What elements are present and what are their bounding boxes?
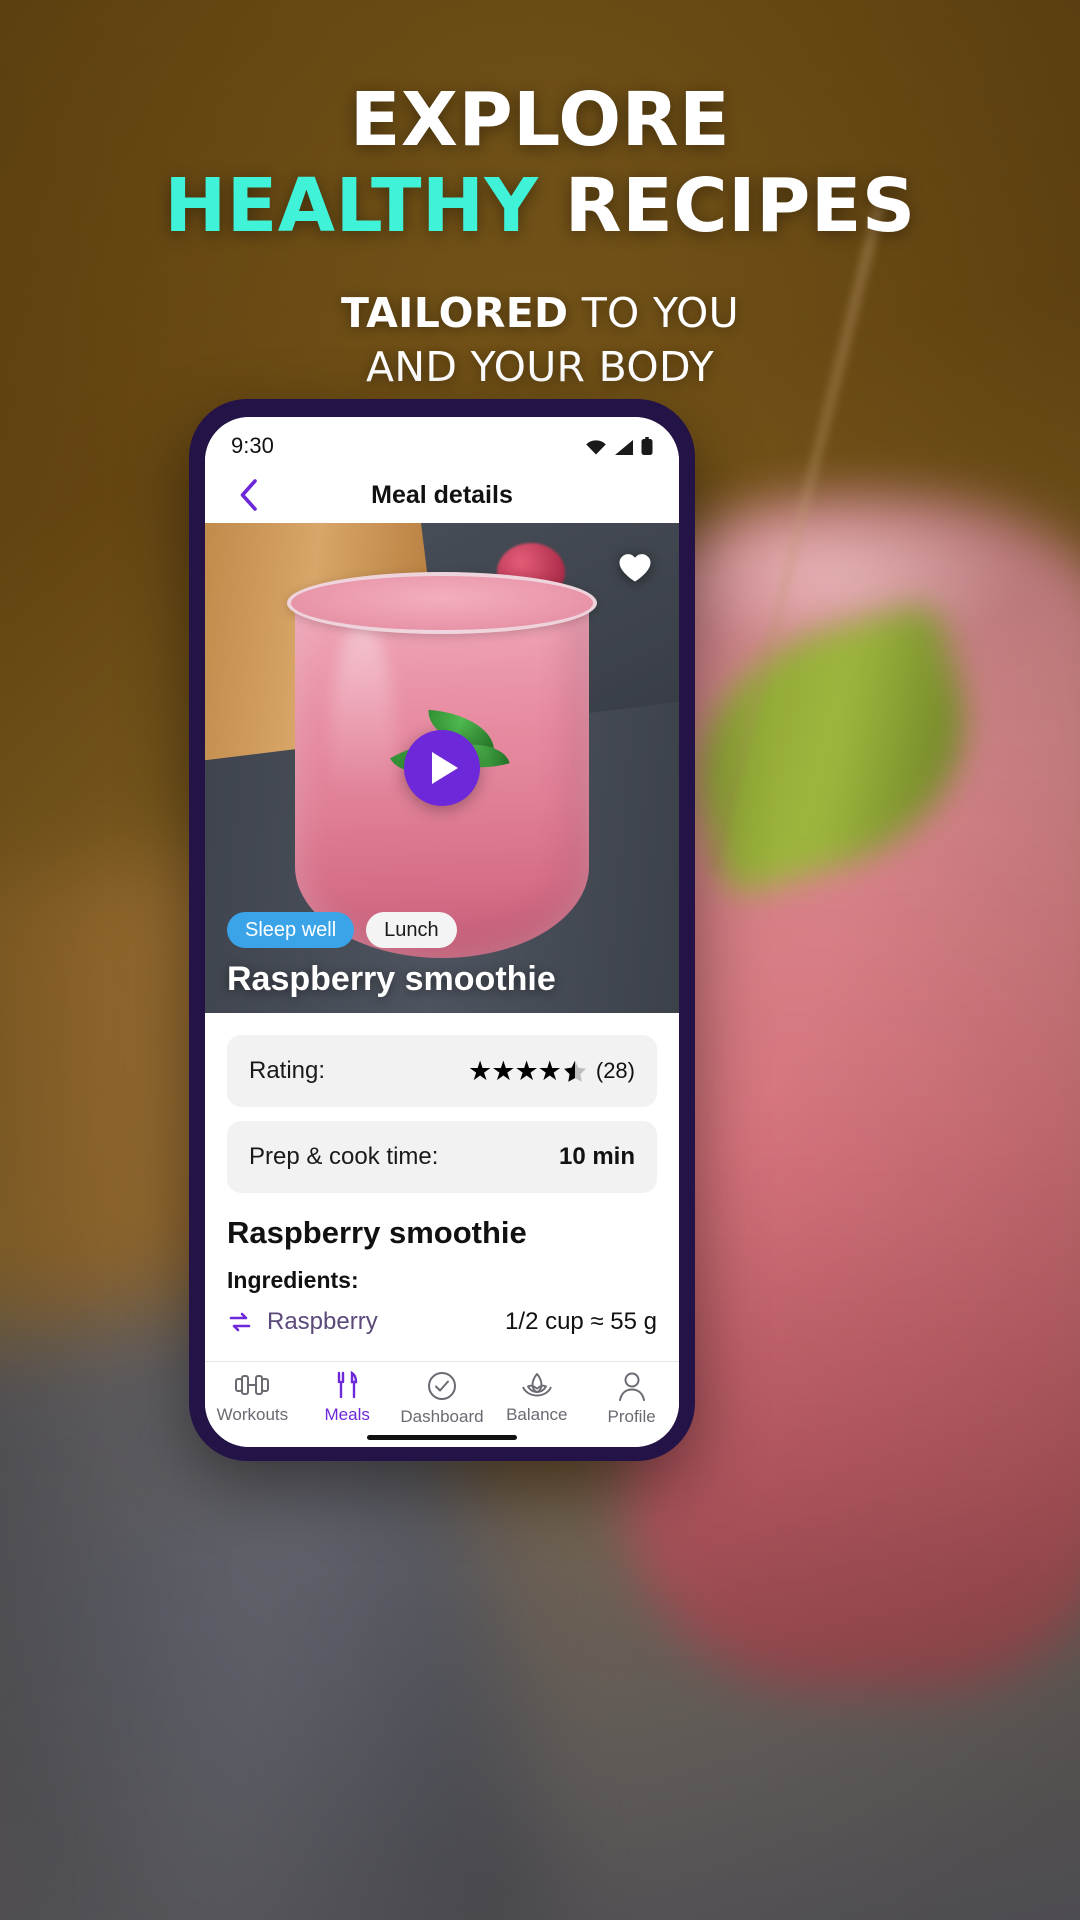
ingredient-quantity: 1/2 cup ≈ 55 g — [505, 1308, 657, 1335]
heart-icon — [619, 553, 651, 581]
phone-mockup: 9:30 Meal details Sleep well Lunch Raspb… — [189, 399, 695, 1461]
phone-screen: 9:30 Meal details Sleep well Lunch Raspb… — [205, 417, 679, 1447]
page-title: Meal details — [371, 480, 513, 509]
favorite-button[interactable] — [613, 545, 657, 589]
status-time: 9:30 — [231, 433, 274, 458]
prep-time-label: Prep & cook time: — [249, 1143, 439, 1170]
meal-hero-media[interactable]: Sleep well Lunch Raspberry smoothie — [205, 523, 679, 1013]
headline-line-2: HEALTHY RECIPES — [0, 164, 1080, 248]
prep-time-card: Prep & cook time: 10 min — [227, 1121, 657, 1193]
subtitle-line-1-rest: TO YOU — [581, 288, 739, 337]
hero-glass-rim — [287, 572, 597, 635]
star-rating-icon: ★★★★ — [468, 1056, 588, 1087]
headline-line-1: EXPLORE — [349, 77, 731, 163]
tab-meals[interactable]: Meals — [300, 1370, 395, 1425]
chevron-left-icon — [240, 479, 257, 511]
stars-full: ★★★★ — [468, 1055, 562, 1086]
tab-profile[interactable]: Profile — [584, 1370, 679, 1427]
swap-icon[interactable] — [227, 1310, 253, 1334]
home-indicator — [367, 1435, 517, 1440]
rating-value-group: ★★★★ (28) — [468, 1056, 635, 1087]
check-circle-icon — [427, 1372, 456, 1400]
promo-headline-block: EXPLORE HEALTHY RECIPES TAILORED TO YOU … — [0, 78, 1080, 391]
ingredients-heading: Ingredients: — [227, 1267, 359, 1293]
battery-icon — [641, 436, 653, 456]
person-icon — [618, 1372, 645, 1401]
rating-card: Rating: ★★★★ (28) — [227, 1035, 657, 1107]
app-header: Meal details — [205, 467, 679, 523]
tab-label-profile: Profile — [607, 1407, 656, 1426]
tab-label-workouts: Workouts — [216, 1405, 289, 1424]
cutlery-icon — [337, 1370, 358, 1399]
promo-subtitle: TAILORED TO YOU AND YOUR BODY — [0, 289, 1080, 392]
hero-footer: Sleep well Lunch Raspberry smoothie — [205, 912, 679, 1013]
wifi-icon — [585, 439, 607, 456]
subtitle-line-2: AND YOUR BODY — [366, 343, 714, 392]
meal-hero-title: Raspberry smoothie — [227, 960, 556, 998]
tab-label-meals: Meals — [324, 1405, 370, 1424]
play-video-button[interactable] — [404, 730, 480, 806]
tab-workouts[interactable]: Workouts — [205, 1370, 300, 1425]
review-count: (28) — [595, 1058, 635, 1083]
rating-label: Rating: — [249, 1057, 326, 1084]
ingredient-name: Raspberry — [267, 1308, 378, 1335]
ingredient-row[interactable]: Raspberry 1/2 cup ≈ 55 g — [227, 1308, 657, 1336]
meal-tag-list: Sleep well Lunch — [227, 912, 657, 948]
headline-accent-word: HEALTHY — [164, 163, 539, 250]
signal-icon — [614, 439, 634, 456]
back-button[interactable] — [231, 478, 265, 512]
meal-tag-lunch[interactable]: Lunch — [366, 912, 457, 948]
play-icon — [432, 752, 458, 784]
recipe-title: Raspberry smoothie — [227, 1215, 527, 1250]
subtitle-line-1: TAILORED TO YOU — [0, 289, 1080, 337]
lotus-icon — [521, 1373, 552, 1397]
subtitle-bold-word: TAILORED — [341, 288, 569, 337]
star-half-icon — [563, 1060, 586, 1082]
tab-balance[interactable]: Balance — [489, 1370, 584, 1425]
tab-dashboard[interactable]: Dashboard — [395, 1370, 490, 1427]
ingredient-left-group: Raspberry — [227, 1308, 378, 1336]
status-icons — [585, 436, 653, 456]
tab-label-balance: Balance — [506, 1405, 568, 1424]
status-bar: 9:30 — [205, 417, 679, 467]
meal-tag-sleep-well[interactable]: Sleep well — [227, 912, 355, 948]
tab-label-dashboard: Dashboard — [400, 1407, 484, 1426]
meal-details-content: Rating: ★★★★ (28) Prep & cook time: 10 m… — [205, 1013, 679, 1361]
dumbbell-icon — [235, 1375, 270, 1395]
headline-line-2-rest: RECIPES — [564, 163, 916, 250]
prep-time-value: 10 min — [558, 1143, 635, 1170]
bottom-navigation: Workouts Meals Dashboard Balance Profile — [205, 1361, 679, 1447]
